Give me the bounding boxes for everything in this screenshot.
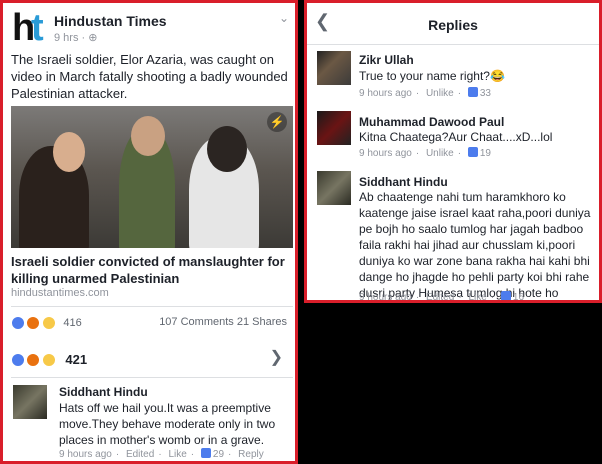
reactions-summary[interactable]: 416 [11,314,82,330]
avatar[interactable] [13,385,47,419]
divider [11,306,293,307]
reply-text: Ab chaatenge nahi tum haramkhoro ko kaat… [359,190,591,300]
post-header: ht Hindustan Times 9 hrs · ⊕ ⌄ [11,7,291,49]
post-card: ht Hindustan Times 9 hrs · ⊕ ⌄ The Israe… [0,0,298,337]
post-time: 9 hrs · ⊕ [54,32,98,44]
reply-button[interactable]: Reply [238,449,264,460]
like-count: 33 [479,88,491,99]
link-image[interactable]: ⚡ [11,106,293,248]
thumbs-up-icon [467,147,478,157]
like-button[interactable]: Like [168,449,186,460]
divider [307,44,599,45]
thumbs-up-icon [467,87,478,97]
avatar[interactable] [317,171,351,205]
comment-time: 9 hours ago [59,449,112,460]
like-count: 29 [212,449,225,460]
reply-author[interactable]: Zikr Ullah [359,53,414,67]
divider [11,377,293,378]
reaction-count: 416 [63,316,82,329]
reply-author[interactable]: Muhammad Dawood Paul [359,115,504,129]
like-count: 16 [512,292,525,303]
comments-shares[interactable]: 107 Comments 21 Shares [159,316,287,328]
reply-time: 9 hours ago [359,88,412,99]
reactions-summary-2[interactable]: 421 [11,351,87,369]
sad-reaction-icon [41,352,56,367]
reply-meta: 9 hours ago · Unlike · 19 [359,147,491,159]
edited-link[interactable]: Edited [126,449,154,460]
like-count: 19 [479,148,491,159]
thumbs-up-icon [500,291,511,300]
reply-text: True to your name right?😂 [359,69,505,83]
page-name[interactable]: Hindustan Times [54,13,167,29]
post-text: The Israeli soldier, Elor Azaria, was ca… [11,52,288,101]
chevron-right-icon[interactable]: ❯ [270,347,283,367]
reply-meta: 9 hours ago · Unlike · 33 [359,87,491,99]
edited-link[interactable]: Edited [426,292,454,300]
like-reaction-icon [11,352,25,367]
thumbs-up-icon [200,448,211,458]
comment-meta: 9 hours ago · Edited · Like · 29 · Reply [59,448,264,460]
replies-title: Replies [428,17,478,33]
angry-reaction-icon [26,352,41,367]
reply-meta: 9 hours ago · Edited · Like · 16 [359,291,525,303]
unlike-button[interactable]: Unlike [426,148,454,159]
link-domain: hindustantimes.com [11,287,109,299]
page-logo[interactable]: ht [11,7,49,49]
reply-time: 9 hours ago [359,292,412,303]
avatar[interactable] [317,111,351,145]
avatar[interactable] [317,51,351,85]
replies-panel: ❮ Replies Zikr Ullah True to your name r… [304,0,602,303]
lightning-icon: ⚡ [267,112,287,132]
reply-time: 9 hours ago [359,148,412,159]
like-button[interactable]: Like [468,292,486,300]
reply-text: Kitna Chaatega?Aur Chaat....xD...lol [359,130,553,144]
chevron-down-icon[interactable]: ⌄ [279,11,289,25]
sad-reaction-icon [41,315,56,330]
reply-author[interactable]: Siddhant Hindu [359,175,448,189]
comment-card: 421 ❯ Siddhant Hindu Hats off we hail yo… [0,337,298,464]
reaction-count: 421 [65,352,88,368]
comment-author[interactable]: Siddhant Hindu [59,385,148,399]
link-title[interactable]: Israeli soldier convicted of manslaughte… [11,253,293,287]
comment-text: Hats off we hail you.It was a preemptive… [59,401,276,447]
angry-reaction-icon [26,315,41,330]
globe-icon: ⊕ [88,32,98,44]
like-reaction-icon [11,315,25,330]
unlike-button[interactable]: Unlike [426,88,454,99]
